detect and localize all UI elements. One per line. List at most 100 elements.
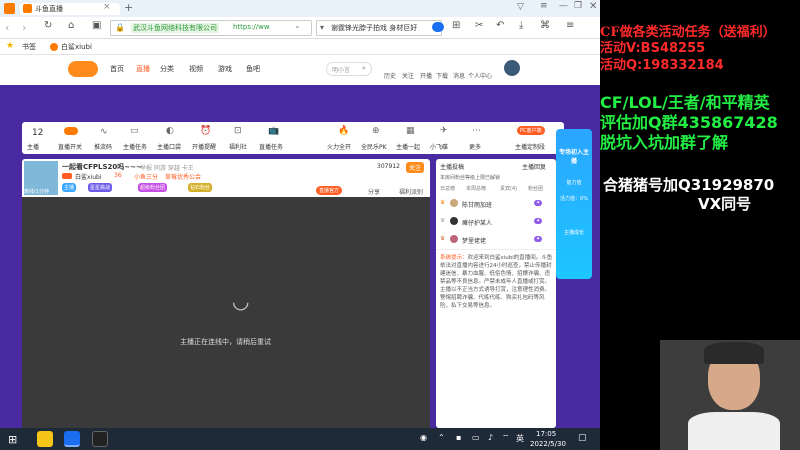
- search-engine-icon[interactable]: ▾: [320, 23, 324, 32]
- report-button[interactable]: 福利派别: [399, 187, 423, 196]
- site-search-placeholder: 明小言: [332, 67, 351, 74]
- nav-home[interactable]: 首页: [110, 64, 124, 74]
- tool-label[interactable]: 主播: [27, 142, 39, 151]
- sub-tab[interactable]: 粉丝团: [528, 185, 543, 192]
- share-button[interactable]: 分享: [368, 187, 380, 196]
- url-company: 武汉斗鱼网络科技有限公司: [131, 23, 219, 33]
- nav-follow[interactable]: 关注: [402, 71, 414, 80]
- volume-icon[interactable]: ♪: [488, 433, 493, 442]
- clock-date[interactable]: 2022/5/30: [530, 440, 566, 448]
- bookmark-book-icon[interactable]: ▣: [92, 20, 101, 31]
- scissors-icon[interactable]: ✂: [475, 20, 483, 31]
- nav-messages[interactable]: 消息: [453, 71, 465, 80]
- download-icon[interactable]: ⤓: [519, 20, 523, 31]
- search-icon[interactable]: ⌕: [362, 64, 366, 73]
- clock-time[interactable]: 17:05: [536, 430, 556, 438]
- tool-label[interactable]: 更多: [469, 142, 481, 151]
- home-icon[interactable]: ⌂: [68, 20, 74, 31]
- network-icon[interactable]: ▭: [472, 433, 480, 442]
- rank-user-name[interactable]: 梦里佬佬: [462, 236, 486, 245]
- search-field[interactable]: ▾ 谢霆锋光脖子拍戏 身材巨好: [316, 20, 442, 36]
- room-tags[interactable]: 举报 同游 穿越 卡王: [140, 163, 194, 172]
- apps-grid-icon[interactable]: ⊞: [452, 20, 460, 31]
- sub-tab[interactable]: 贵宾(4): [500, 185, 517, 192]
- tool-label[interactable]: 主播定制段: [515, 142, 545, 151]
- close-window-icon[interactable]: ✕: [589, 1, 597, 12]
- tray-icon[interactable]: ◉: [420, 433, 427, 442]
- new-tab-icon[interactable]: +: [124, 1, 133, 14]
- rank-user-name[interactable]: 陈甘雨加班: [462, 200, 492, 209]
- overlay-line: 脱坑入坑加群了解: [600, 133, 729, 152]
- ime-indicator[interactable]: 英: [516, 433, 524, 444]
- crown-icon: ♛: [440, 217, 446, 224]
- pc-client-badge[interactable]: PC客户端: [517, 126, 545, 135]
- back-icon[interactable]: ‹: [5, 21, 9, 34]
- guild-name[interactable]: 小鱼三分: [134, 172, 158, 181]
- address-bar-row: ‹ › ↻ ⌂ ▣ 🔒 武汉斗鱼网络科技有限公司 https://ww ⌄ ▾ …: [0, 17, 600, 39]
- star-icon: ★: [6, 41, 15, 51]
- url-text: https://ww: [233, 23, 270, 31]
- sub-tab[interactable]: 日总榜: [440, 185, 455, 192]
- url-dropdown-icon[interactable]: ⌄: [294, 21, 301, 30]
- rank-user-level-icon: ✦: [534, 200, 543, 206]
- rank-user-name[interactable]: 瘫仔护某人: [462, 218, 492, 227]
- tool-label[interactable]: 主播任务: [123, 142, 147, 151]
- sidebar-toggle-icon[interactable]: ▽: [517, 2, 524, 12]
- douyu-site-logo-icon[interactable]: [68, 61, 98, 77]
- oo-extension-icon[interactable]: [432, 22, 444, 32]
- guild-name-2[interactable]: 草莓优秀公会: [165, 172, 201, 181]
- tool-label[interactable]: 推流码: [94, 142, 112, 151]
- tool-label[interactable]: 福利社: [229, 142, 247, 151]
- tool-label[interactable]: 火力全开: [327, 142, 351, 151]
- obs-taskbar-icon[interactable]: [92, 431, 108, 447]
- wifi-icon[interactable]: ⌔: [502, 433, 510, 443]
- more-menu-icon[interactable]: ≡: [566, 20, 574, 31]
- windows-start-icon[interactable]: ⊞: [8, 433, 17, 446]
- tool-label[interactable]: 开播提醒: [192, 142, 216, 151]
- nav-game[interactable]: 游戏: [218, 64, 232, 74]
- site-search-input[interactable]: 明小言 ⌕: [326, 62, 372, 76]
- tab-close-icon[interactable]: ×: [103, 2, 111, 12]
- nav-live[interactable]: 直播: [136, 64, 150, 74]
- app-taskbar-icon[interactable]: [37, 431, 53, 447]
- tool-label[interactable]: 全民乐PK: [361, 142, 387, 151]
- together-icon: ▦: [406, 126, 415, 136]
- nav-profile[interactable]: 个人中心: [468, 71, 492, 80]
- bookmark-item[interactable]: 白鲨xiubi: [61, 42, 92, 52]
- streamer-level: 36: [114, 172, 122, 179]
- extensions-icon[interactable]: ⌘: [540, 20, 550, 31]
- user-avatar[interactable]: [504, 60, 520, 76]
- tool-label[interactable]: 小飞碟: [430, 142, 448, 151]
- nav-download[interactable]: 下载: [436, 71, 448, 80]
- notification-icon[interactable]: ▢: [578, 433, 587, 443]
- live-toggle-icon[interactable]: [64, 127, 78, 135]
- nav-video[interactable]: 视频: [189, 64, 203, 74]
- browser-taskbar-icon[interactable]: [64, 431, 80, 447]
- video-player[interactable]: ◡ 主播正在连线中，请稍后重试: [22, 197, 430, 428]
- refresh-icon[interactable]: ↻: [44, 20, 52, 31]
- nav-yuba[interactable]: 鱼吧: [246, 64, 260, 74]
- menu-icon[interactable]: ≡: [540, 1, 548, 11]
- nav-category[interactable]: 分类: [160, 64, 174, 74]
- tool-label[interactable]: 直播任务: [259, 142, 283, 151]
- promo-widget[interactable]: 专场初入主播 能力值 活力值：0% 主播成长: [556, 129, 592, 279]
- nav-broadcast[interactable]: 开播: [420, 71, 432, 80]
- panel-tab[interactable]: 主播投稿: [440, 162, 464, 171]
- bookmark-item[interactable]: 书签: [22, 42, 36, 52]
- tray-icon[interactable]: ▪: [456, 433, 461, 442]
- nav-history[interactable]: 历史: [384, 71, 396, 80]
- tool-label[interactable]: 主播一起: [396, 142, 420, 151]
- url-field[interactable]: 🔒 武汉斗鱼网络科技有限公司 https://ww: [110, 20, 312, 36]
- rank-badge[interactable]: 直播官方: [316, 186, 343, 195]
- tray-icon[interactable]: ⌃: [438, 433, 445, 442]
- panel-tab[interactable]: 主播回复: [522, 162, 546, 171]
- undo-icon[interactable]: ↶: [496, 20, 504, 31]
- follow-button[interactable]: 关注: [406, 162, 425, 173]
- restore-icon[interactable]: ❐: [574, 1, 582, 11]
- minimize-icon[interactable]: —: [559, 1, 568, 11]
- tool-label[interactable]: 直播开关: [58, 142, 82, 151]
- sub-tab[interactable]: 本周总榜: [466, 185, 486, 192]
- forward-icon[interactable]: ›: [22, 21, 26, 34]
- streamer-name[interactable]: 白鲨xiubi: [75, 172, 102, 181]
- tool-label[interactable]: 主播口袋: [157, 142, 181, 151]
